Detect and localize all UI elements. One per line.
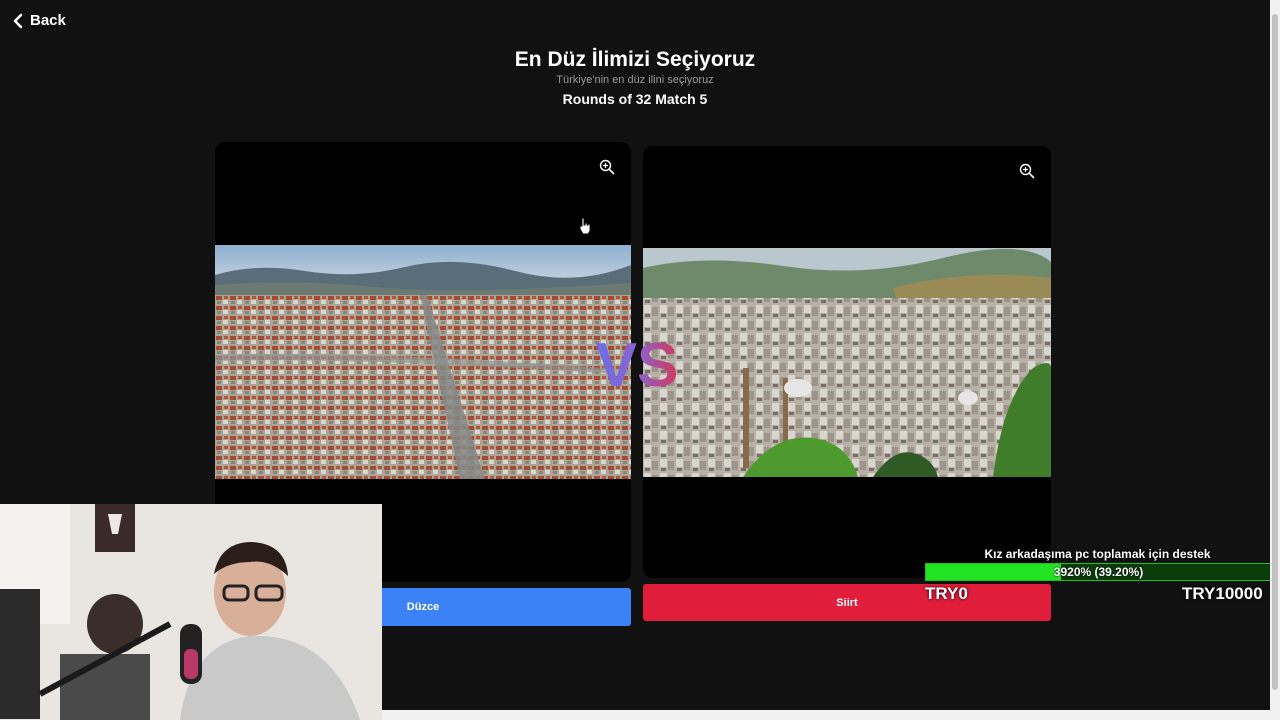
donation-max-label: TRY10000 (1182, 584, 1263, 603)
city-photo-right[interactable] (643, 248, 1051, 477)
webcam-overlay (0, 504, 382, 720)
city-photo-left[interactable] (215, 245, 631, 479)
zoom-in-icon[interactable] (599, 159, 615, 175)
donation-goal-title: Kız arkadaşıma pc toplamak için destek (984, 547, 1211, 561)
donation-progress-bar: 3920% (39.20%) (925, 563, 1272, 581)
zoom-in-icon[interactable] (1019, 163, 1035, 179)
donation-min-label: TRY0 (925, 584, 968, 603)
candidate-card-right[interactable] (643, 146, 1051, 578)
horizontal-scrollbar[interactable] (382, 710, 1270, 720)
page-title: En Düz İlimizi Seçiyoruz (514, 48, 756, 71)
back-label: Back (30, 12, 66, 29)
back-button[interactable]: Back (12, 12, 66, 29)
round-info: Rounds of 32 Match 5 (562, 91, 708, 107)
vertical-scrollbar[interactable] (1270, 0, 1280, 720)
hand-cursor-icon (579, 217, 591, 235)
page-subtitle: Türkiye'nin en düz ilini seçiyoruz (556, 74, 714, 86)
scrollbar-thumb[interactable] (1272, 14, 1278, 690)
donation-progress-text: 3920% (39.20%) (1053, 565, 1144, 579)
page-header: En Düz İlimizi Seçiyoruz Türkiye'nin en … (0, 48, 1270, 107)
chevron-left-icon (13, 13, 23, 28)
choose-right-button[interactable]: Siirt (643, 584, 1051, 621)
